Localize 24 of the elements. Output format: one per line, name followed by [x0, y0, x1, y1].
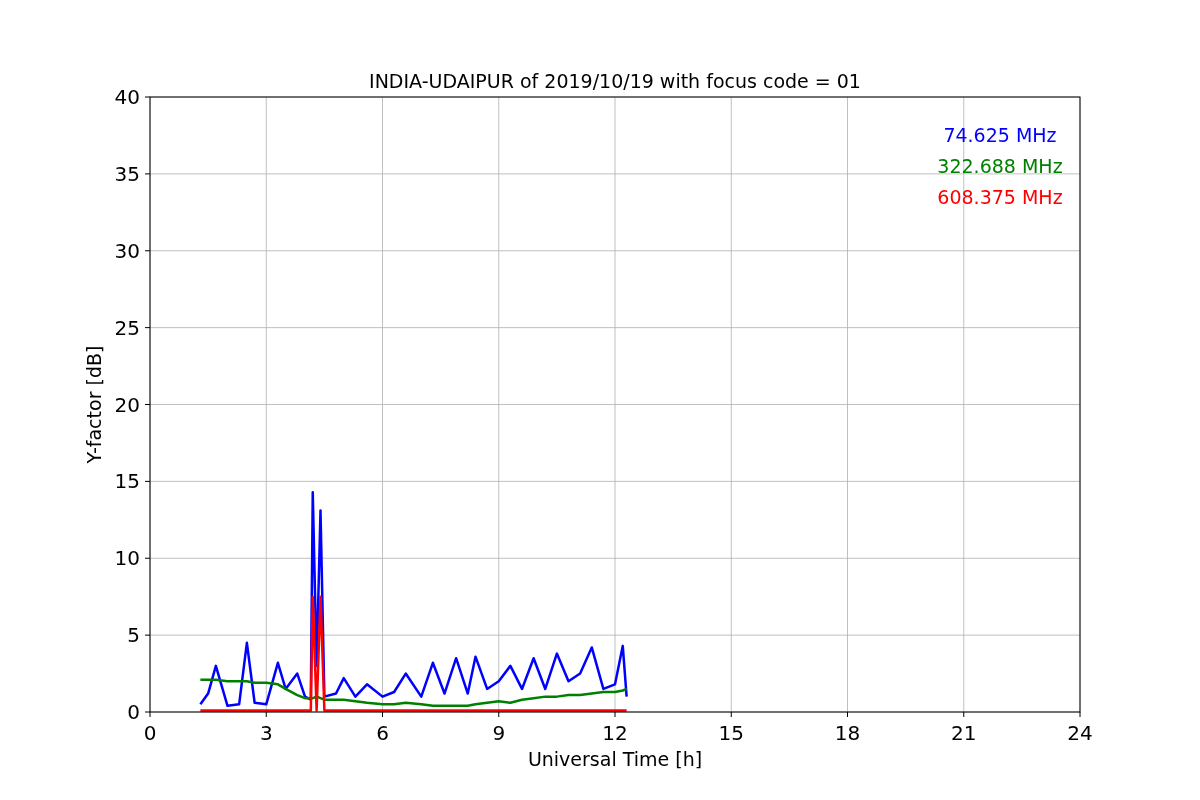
x-tick-label: 15: [718, 721, 744, 745]
x-tick-label: 0: [143, 721, 157, 745]
y-tick-label: 35: [114, 161, 140, 186]
legend-label: 608.375 MHz: [937, 186, 1063, 208]
y-tick-label: 20: [114, 392, 140, 417]
legend-label: 322.688 MHz: [937, 155, 1063, 177]
x-tick-label: 18: [834, 721, 861, 745]
y-tick-label: 25: [114, 315, 140, 340]
y-tick-label: 10: [114, 546, 140, 571]
x-tick-label: 12: [602, 721, 628, 745]
chart-title: INDIA-UDAIPUR of 2019/10/19 with focus code = 01: [369, 70, 861, 92]
x-tick-label: 3: [259, 721, 273, 745]
y-tick-label: 0: [127, 700, 140, 724]
x-tick-label: 9: [492, 721, 506, 745]
x-axis-label: Universal Time [h]: [527, 748, 703, 770]
y-tick-label: 5: [127, 623, 140, 648]
y-tick-label: 15: [114, 469, 140, 494]
y-tick-label: 40: [114, 85, 140, 109]
x-tick-label: 6: [376, 721, 389, 745]
y-axis-label: Y-factor [dB]: [83, 345, 105, 464]
y-tick-label: 30: [114, 238, 140, 263]
legend-label: 74.625 MHz: [943, 124, 1057, 146]
x-tick-label: 24: [1067, 721, 1093, 745]
x-tick-label: 21: [951, 721, 977, 745]
